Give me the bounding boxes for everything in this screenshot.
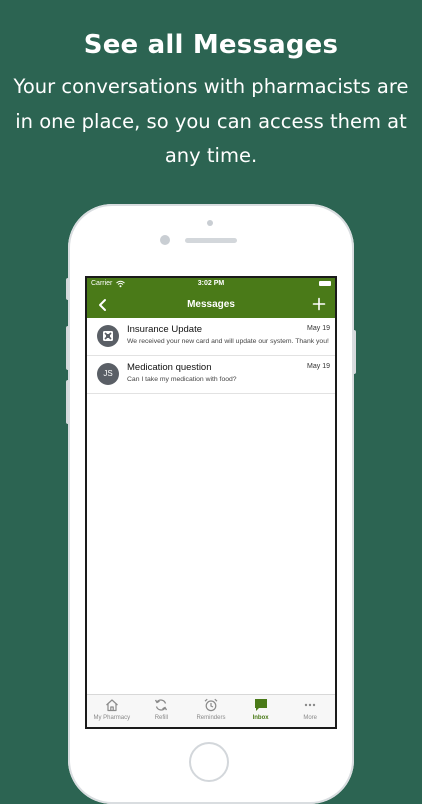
message-date: May 19	[307, 325, 330, 332]
refresh-icon	[155, 699, 168, 711]
tab-label: Reminders	[196, 715, 226, 721]
tab-reminders[interactable]: Reminders	[186, 695, 236, 727]
tab-inbox[interactable]: Inbox	[236, 695, 286, 727]
promo-line-1: Your conversations with pharmacists are	[13, 75, 409, 98]
tab-more[interactable]: More	[285, 695, 335, 727]
tab-label: Refill	[154, 715, 169, 721]
status-time: 3:02 PM	[197, 280, 225, 287]
message-title: Medication question	[127, 362, 212, 373]
message-avatar	[97, 325, 119, 347]
phone-sensor	[207, 220, 213, 226]
alarm-clock-icon	[204, 698, 218, 712]
tab-my-pharmacy[interactable]: My Pharmacy	[87, 695, 137, 727]
pharmacy-icon	[103, 331, 113, 341]
tab-bar: My Pharmacy Refill Reminders Inbox More	[87, 694, 335, 727]
promo-line-3: any time.	[164, 144, 258, 167]
tab-refill[interactable]: Refill	[137, 695, 187, 727]
status-bar: Carrier 3:02 PM	[87, 278, 335, 292]
promo-headline: See all Messages	[83, 30, 339, 60]
message-date: May 19	[307, 363, 330, 370]
message-list: Insurance Update May 19 We received your…	[87, 318, 335, 394]
chat-bubble-icon	[254, 699, 267, 711]
page-title: Messages	[187, 299, 235, 310]
message-row[interactable]: Insurance Update May 19 We received your…	[87, 318, 335, 356]
more-icon	[304, 703, 316, 707]
battery-icon	[319, 281, 331, 286]
promo-description: Your conversations with pharmacists are …	[10, 70, 412, 174]
message-avatar: JS	[97, 363, 119, 385]
app-screen: Carrier 3:02 PM Messages Insurance Updat…	[85, 276, 337, 729]
home-icon	[105, 699, 118, 712]
tab-label: My Pharmacy	[93, 715, 131, 721]
navigation-bar: Messages	[87, 292, 335, 318]
phone-speaker	[185, 238, 237, 243]
promo-line-2: in one place, so you can access them at	[15, 109, 407, 133]
phone-home-button	[189, 742, 229, 782]
plus-icon[interactable]	[312, 297, 326, 311]
tab-label: Inbox	[252, 715, 269, 721]
phone-camera	[160, 235, 170, 245]
message-preview: Can I take my medication with food?	[127, 376, 237, 383]
message-preview: We received your new card and will updat…	[127, 338, 329, 345]
message-title: Insurance Update	[127, 324, 202, 335]
message-row[interactable]: JS Medication question May 19 Can I take…	[87, 356, 335, 394]
tab-label: More	[303, 715, 317, 721]
